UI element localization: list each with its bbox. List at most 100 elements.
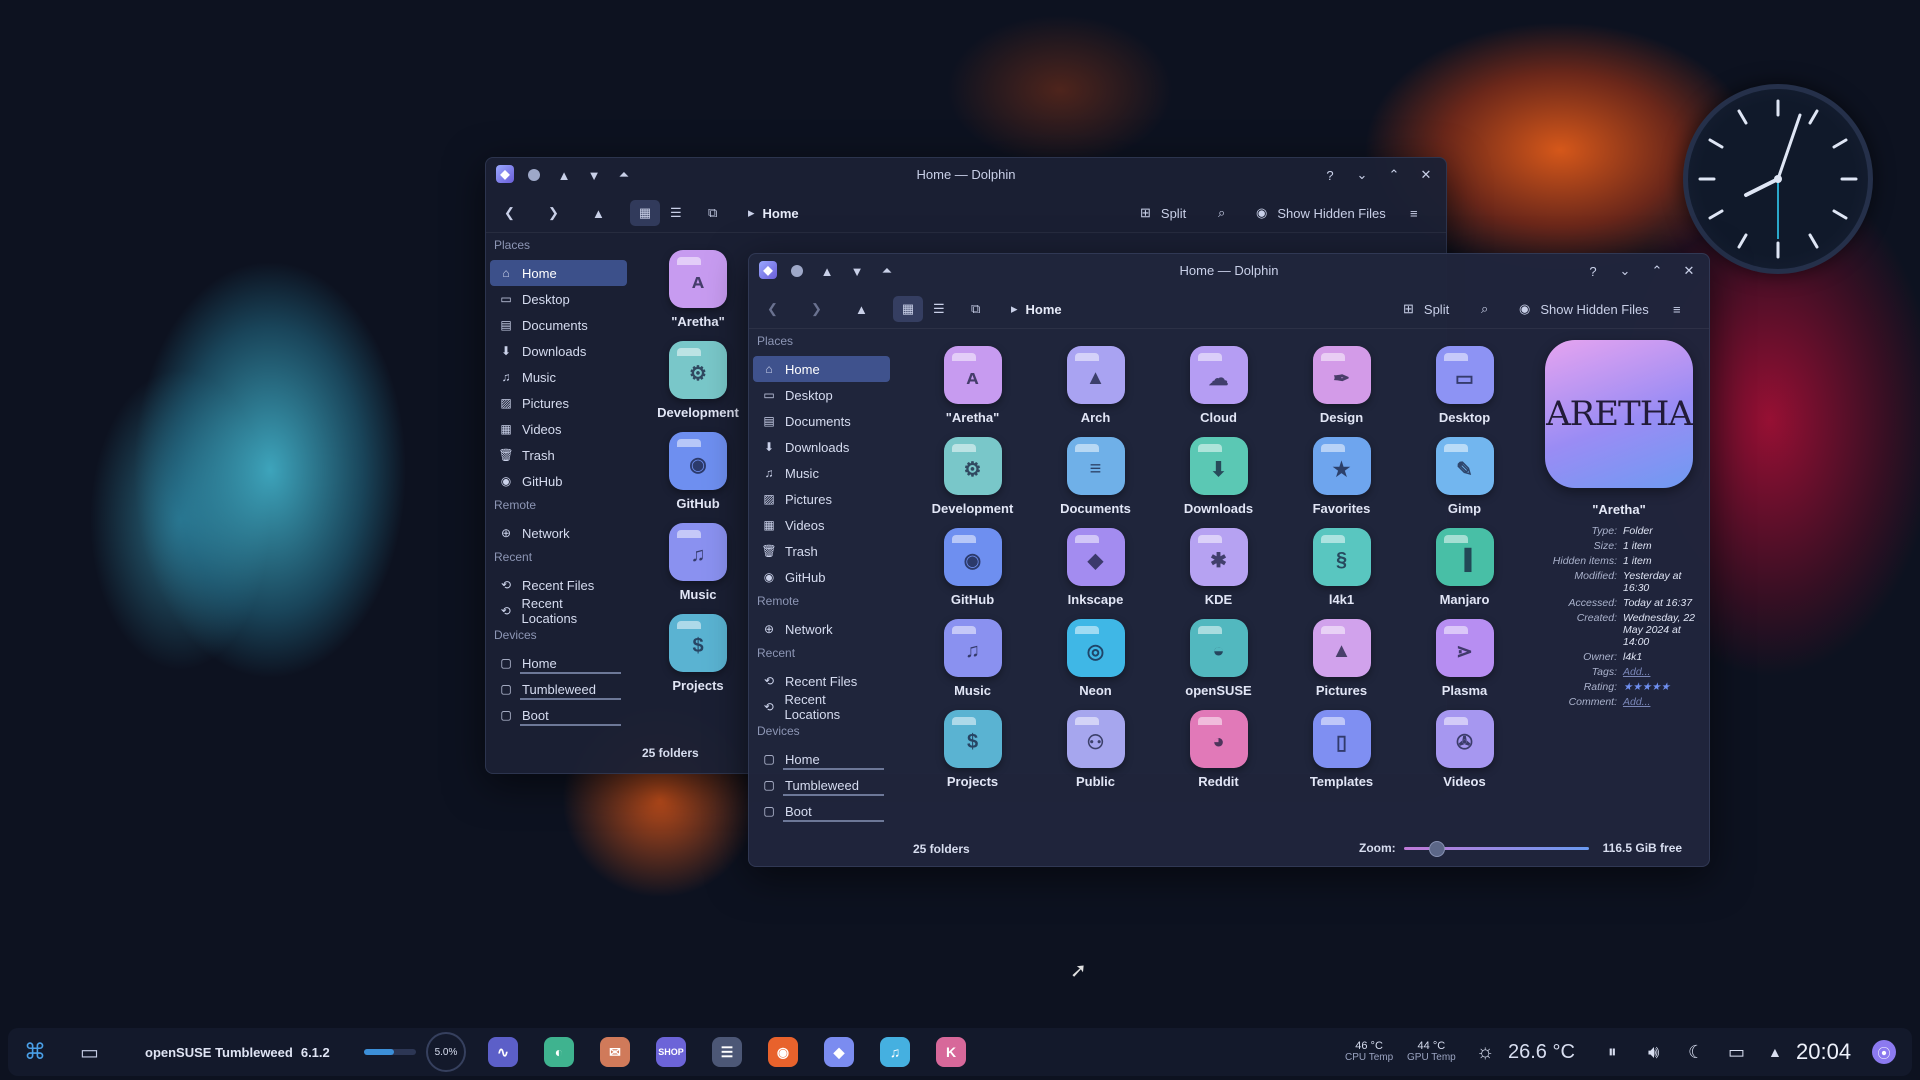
sidebar-item-device-tumbleweed[interactable]: ▢ Tumbleweed [490,676,627,702]
folder-item[interactable]: ✎ Gimp [1403,437,1526,516]
sidebar-item-pictures[interactable]: ▨ Pictures [490,390,627,416]
folder-item[interactable]: ⚇ Public [1034,710,1157,789]
minimize-icon[interactable]: ⌄ [1615,261,1635,281]
pin-icon[interactable] [787,261,807,281]
sidebar-item-music[interactable]: ♫ Music [753,460,890,486]
search-icon[interactable]: ⌕ [1218,200,1225,226]
sidebar-item-trash[interactable]: 🗑︎ Trash [753,538,890,564]
folder-item[interactable]: ☁ Cloud [1157,346,1280,425]
folder-item[interactable]: ◉ GitHub [669,432,727,511]
discover-shop-icon[interactable]: SHOP [656,1037,686,1067]
search-icon[interactable]: ⌕ [1481,296,1488,322]
menu-icon[interactable]: ≡ [1410,200,1418,226]
clock-time[interactable]: 20:04 [1796,1028,1851,1076]
folder-item[interactable]: ✱ KDE [1157,528,1280,607]
folder-item[interactable]: ◎ Neon [1034,619,1157,698]
pin-icon[interactable] [524,165,544,185]
folder-item[interactable]: ♫ Music [669,523,727,602]
sidebar-item-desktop[interactable]: ▭ Desktop [490,286,627,312]
folder-item[interactable]: ◆ Inkscape [1034,528,1157,607]
folder-item[interactable]: ▲ Arch [1034,346,1157,425]
sidebar-item-github[interactable]: ◉ GitHub [753,564,890,590]
folder-item[interactable]: ᴀ "Aretha" [911,346,1034,425]
shade-icon[interactable]: ⏶ [877,261,897,281]
forward-icon[interactable]: ❯ [811,296,822,322]
folder-item[interactable]: ▲ Pictures [1280,619,1403,698]
shade-icon[interactable]: ⏶ [614,165,634,185]
volume-icon[interactable]: 🔊︎ [1648,1028,1659,1076]
breadcrumb[interactable]: ▸ Home [1011,296,1062,322]
folder-item[interactable]: ⋗ Plasma [1403,619,1526,698]
sidebar-item-network[interactable]: ⊕ Network [753,616,890,642]
music-player-icon[interactable]: ♫ [880,1037,910,1067]
rating-stars[interactable]: ★★★★★ [1623,681,1699,693]
folder-item[interactable]: ✇ Videos [1403,710,1526,789]
titlebar[interactable]: Home — Dolphin ◆ ▲ ▼ ⏶ ? ⌄ ⌃ ✕ [749,254,1709,288]
split-button[interactable]: ⊞ Split [1140,200,1186,226]
folder-item[interactable]: $ Projects [911,710,1034,789]
pause-icon[interactable]: ⏸ [1608,1028,1617,1076]
zoom-slider[interactable] [1403,840,1589,857]
sidebar-item-network[interactable]: ⊕ Network [490,520,627,546]
back-icon[interactable]: ❮ [767,296,778,322]
sidebar-item-device-home[interactable]: ▢ Home [490,650,627,676]
system-monitor-icon[interactable]: ∿ [488,1037,518,1067]
folder-item[interactable]: ✒ Design [1280,346,1403,425]
sidebar-item-device-home[interactable]: ▢ Home [753,746,890,772]
show-hidden-files-button[interactable]: ◉ Show Hidden Files [1256,200,1386,226]
sidebar-item-recent-files[interactable]: ⟲ Recent Files [753,668,890,694]
folder-item[interactable]: ▭ Desktop [1403,346,1526,425]
firefox-icon[interactable]: ◉ [768,1037,798,1067]
zoom-slider-handle[interactable] [1428,840,1445,857]
sidebar-item-downloads[interactable]: ⬇ Downloads [753,434,890,460]
keep-below-icon[interactable]: ▼ [847,261,867,281]
dolphin-app-icon[interactable]: ◆ [759,261,777,279]
tray-expand-icon[interactable]: ▲ [1768,1028,1782,1076]
night-mode-icon[interactable]: ☾ [1688,1028,1704,1076]
details-view-icon[interactable]: ☰ [670,200,682,226]
sidebar-item-videos[interactable]: ▦ Videos [753,512,890,538]
breadcrumb[interactable]: ▸ Home [748,200,799,226]
sidebar-item-recent-locations[interactable]: ⟲ Recent Locations [490,596,627,626]
folder-item[interactable]: ᴀ "Aretha" [669,250,727,329]
sidebar-item-device-boot[interactable]: ▢ Boot [490,702,627,728]
up-icon[interactable]: ▲ [592,200,605,226]
folder-item[interactable]: ◒ openSUSE [1157,619,1280,698]
folder-item[interactable]: $ Projects [669,614,727,693]
info-value[interactable]: Add... [1623,666,1699,678]
folder-item[interactable]: ⚙ Development [911,437,1034,516]
sidebar-item-videos[interactable]: ▦ Videos [490,416,627,442]
sidebar-item-desktop[interactable]: ▭ Desktop [753,382,890,408]
kdenlive-icon[interactable]: K [936,1037,966,1067]
dolphin-app-icon[interactable]: ◆ [496,165,514,183]
menu-icon[interactable]: ≡ [1673,296,1681,322]
help-icon[interactable]: ? [1583,261,1603,281]
folder-item[interactable]: ★ Favorites [1280,437,1403,516]
info-value[interactable]: Add... [1623,696,1699,708]
help-icon[interactable]: ? [1320,165,1340,185]
folder-item[interactable]: ⬇ Downloads [1157,437,1280,516]
folder-item[interactable]: ◉ GitHub [911,528,1034,607]
show-hidden-files-button[interactable]: ◉ Show Hidden Files [1519,296,1649,322]
dolphin-window-front[interactable]: Home — Dolphin ◆ ▲ ▼ ⏶ ? ⌄ ⌃ ✕ ❮ ❯ ▲ ▦ ☰… [748,253,1710,867]
show-desktop-icon[interactable]: ▭ [80,1028,99,1076]
sidebar-item-recent-files[interactable]: ⟲ Recent Files [490,572,627,598]
folder-item[interactable]: § l4k1 [1280,528,1403,607]
network-monitor-icon[interactable]: ▭ [1728,1028,1745,1076]
folder-item[interactable]: ▯ Templates [1280,710,1403,789]
sidebar-item-home[interactable]: ⌂ Home [490,260,627,286]
sidebar-item-music[interactable]: ♫ Music [490,364,627,390]
settings-icon[interactable]: ☰ [712,1037,742,1067]
sidebar-item-recent-locations[interactable]: ⟲ Recent Locations [753,692,890,722]
icons-view-icon[interactable]: ▦ [630,200,660,226]
split-button[interactable]: ⊞ Split [1403,296,1449,322]
close-icon[interactable]: ✕ [1416,165,1436,185]
folder-item[interactable]: ♫ Music [911,619,1034,698]
folder-item[interactable]: ◕ Reddit [1157,710,1280,789]
icons-view-icon[interactable]: ▦ [893,296,923,322]
sidebar-item-home[interactable]: ⌂ Home [753,356,890,382]
folder-item[interactable]: ▐ Manjaro [1403,528,1526,607]
dolphin-icon[interactable]: ◆ [824,1037,854,1067]
sidebar-item-pictures[interactable]: ▨ Pictures [753,486,890,512]
mail-icon[interactable]: ✉ [600,1037,630,1067]
